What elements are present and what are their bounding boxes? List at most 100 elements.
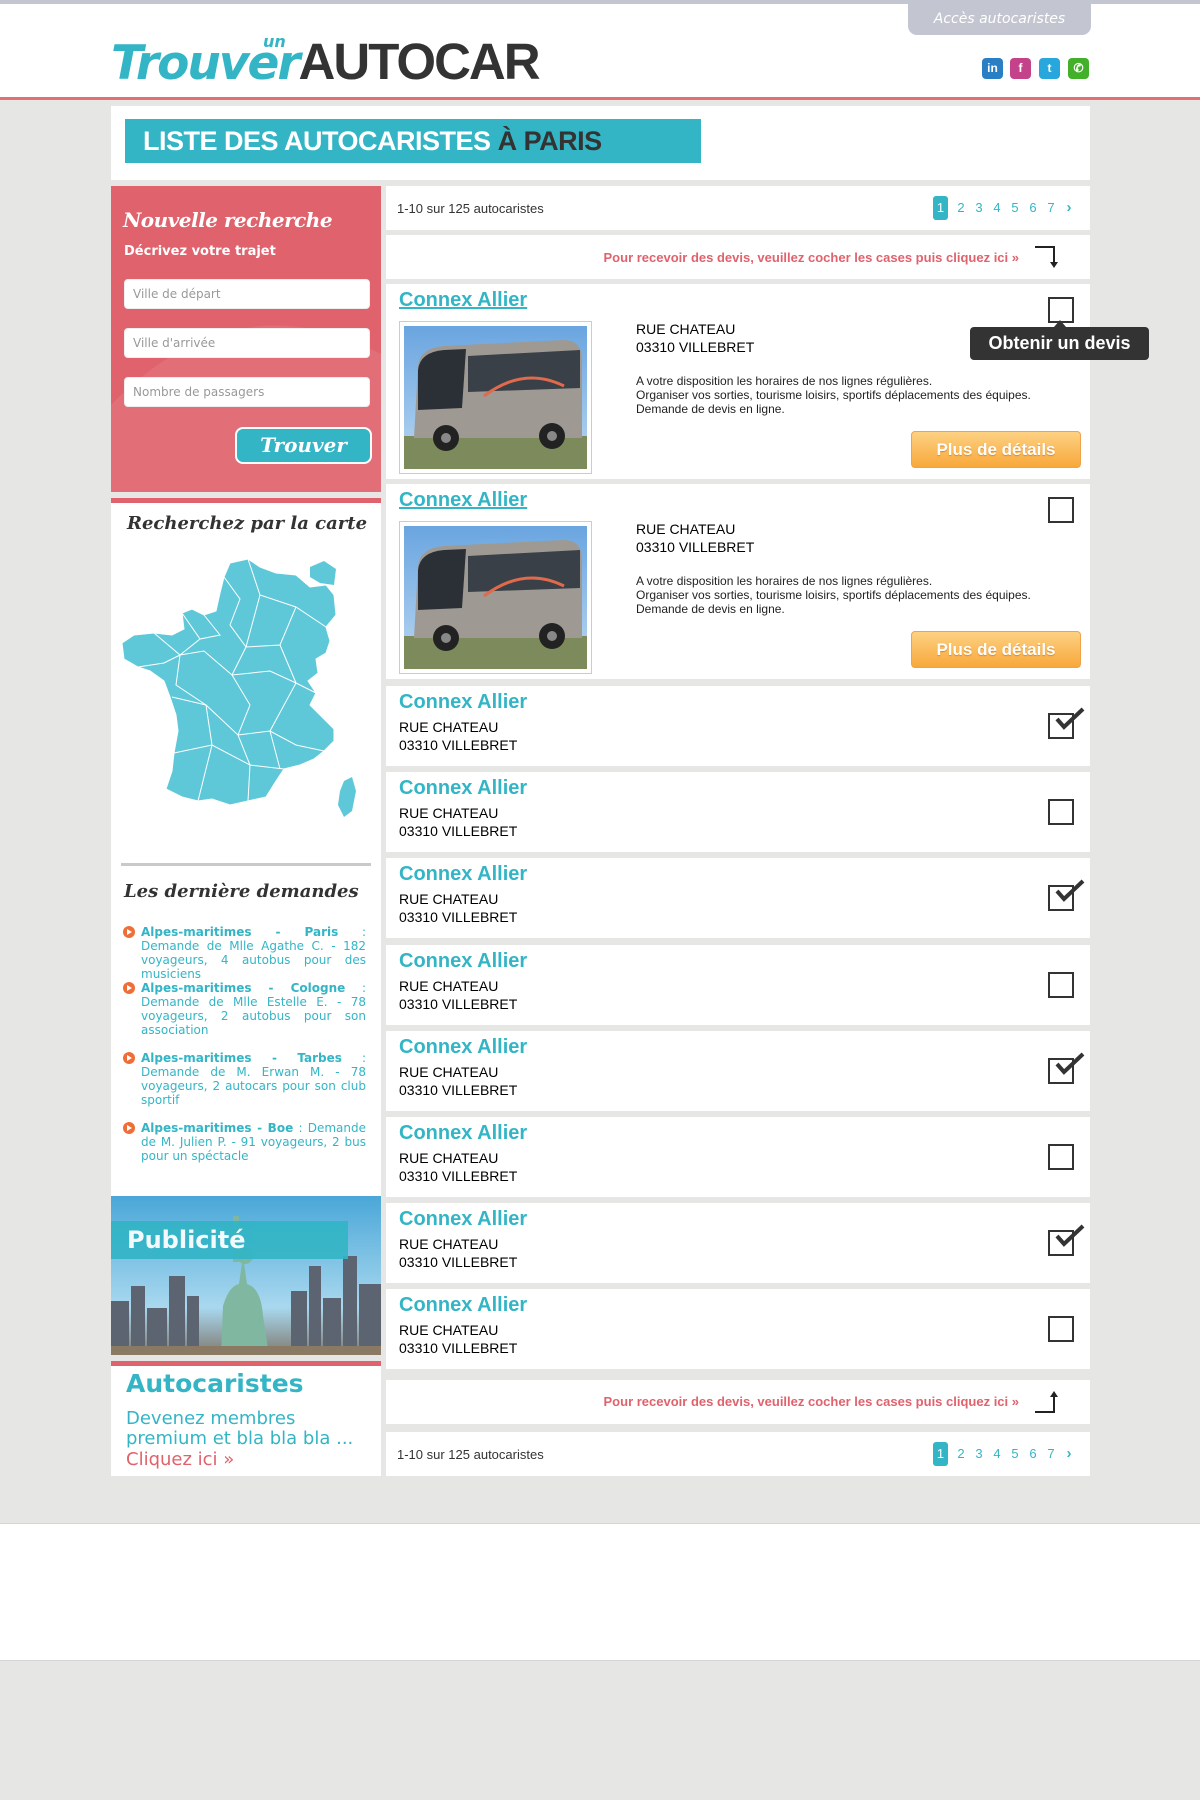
address-street: RUE CHATEAU	[399, 1322, 499, 1338]
promo-link[interactable]: Cliquez ici »	[126, 1449, 234, 1470]
more-details-button[interactable]: Plus de détails	[911, 631, 1081, 668]
page-link[interactable]: 7	[1042, 1446, 1060, 1461]
autocariste-name-link[interactable]: Connex Allier	[399, 691, 527, 714]
site-logo[interactable]: Trouver un AUTOCAR	[111, 32, 541, 91]
next-page-chevron-icon[interactable]: ›	[1060, 199, 1078, 216]
france-map[interactable]	[120, 555, 372, 845]
chat-icon[interactable]: ✆	[1068, 58, 1089, 79]
page-link[interactable]: 6	[1024, 1446, 1042, 1461]
autocariste-name-link[interactable]: Connex Allier	[399, 950, 527, 973]
pager: 1 2 3 4 5 6 7 ›	[933, 195, 1078, 220]
autocariste-row: Connex Allier RUE CHATEAU 03310 VILLEBRET	[386, 1117, 1090, 1197]
address-city: 03310 VILLEBRET	[636, 339, 755, 355]
search-title: Nouvelle recherche	[123, 208, 333, 232]
demande-item[interactable]: Alpes-maritimes - Paris : Demande de Mll…	[123, 925, 366, 981]
autocariste-name-link[interactable]: Connex Allier	[399, 289, 527, 312]
autocariste-row: Connex Allier RUE CHATEAU 03310 VILLEBRET	[386, 945, 1090, 1025]
demande-item[interactable]: Alpes-maritimes - Boe : Demande de M. Ju…	[123, 1121, 366, 1163]
quote-checkbox[interactable]	[1048, 1316, 1074, 1342]
demande-item[interactable]: Alpes-maritimes - Tarbes : Demande de M.…	[123, 1051, 366, 1107]
quote-checkbox[interactable]	[1048, 799, 1074, 825]
address-city: 03310 VILLEBRET	[399, 1254, 518, 1270]
advertisement-banner[interactable]: Publicité	[111, 1196, 381, 1355]
page-link[interactable]: 5	[1006, 1446, 1024, 1461]
arrival-input[interactable]	[124, 328, 370, 358]
bus-image	[404, 326, 587, 469]
autocariste-name-link[interactable]: Connex Allier	[399, 489, 527, 512]
page-link[interactable]: 7	[1042, 200, 1060, 215]
autocariste-name-link[interactable]: Connex Allier	[399, 863, 527, 886]
address-city: 03310 VILLEBRET	[399, 737, 518, 753]
page-link[interactable]: 2	[952, 1446, 970, 1461]
autocariste-name-link[interactable]: Connex Allier	[399, 1208, 527, 1231]
page-link[interactable]: 6	[1024, 200, 1042, 215]
page-link[interactable]: 2	[952, 200, 970, 215]
page-link[interactable]: 3	[970, 200, 988, 215]
page-link-current[interactable]: 1	[933, 195, 948, 220]
pagination-bar-bottom: 1-10 sur 125 autocaristes 1 2 3 4 5 6 7 …	[386, 1432, 1090, 1476]
bullet-arrow-icon	[123, 1122, 135, 1134]
address-street: RUE CHATEAU	[399, 805, 499, 821]
checkmark-icon	[1055, 879, 1085, 902]
autocariste-name-link[interactable]: Connex Allier	[399, 1122, 527, 1145]
description-line: Organiser vos sorties, tourisme loisirs,…	[636, 588, 1031, 602]
quote-cta-link[interactable]: Pour recevoir des devis, veuillez cocher…	[604, 1394, 1019, 1409]
linkedin-icon[interactable]: in	[982, 58, 1003, 79]
autocariste-name-link[interactable]: Connex Allier	[399, 777, 527, 800]
next-page-chevron-icon[interactable]: ›	[1060, 1445, 1078, 1462]
address-city: 03310 VILLEBRET	[399, 996, 518, 1012]
description-line: A votre disposition les horaires de nos …	[636, 374, 933, 388]
autocariste-row: Connex Allier RUE CHATEAU 03310 VILLEBRET	[386, 1289, 1090, 1369]
demande-item[interactable]: Alpes-maritimes - Cologne : Demande de M…	[123, 981, 366, 1037]
facebook-icon[interactable]: f	[1010, 58, 1031, 79]
page-link[interactable]: 4	[988, 1446, 1006, 1461]
results-count: 1-10 sur 125 autocaristes	[397, 1447, 544, 1462]
checkmark-icon	[1055, 707, 1085, 730]
page-title: LISTE DES AUTOCARISTES À PARIS	[125, 119, 701, 163]
logo-autocar: AUTOCAR	[298, 33, 541, 90]
site-footer	[0, 1523, 1200, 1661]
quote-checkbox[interactable]	[1048, 972, 1074, 998]
quote-checkbox[interactable]	[1048, 1144, 1074, 1170]
map-title: Recherchez par la carte	[127, 513, 368, 534]
address-street: RUE CHATEAU	[399, 1150, 499, 1166]
divider	[121, 863, 371, 866]
demande-route: Alpes-maritimes - Tarbes	[141, 1051, 342, 1065]
results-count: 1-10 sur 125 autocaristes	[397, 201, 544, 216]
quote-checkbox[interactable]	[1048, 497, 1074, 523]
autocariste-name-link[interactable]: Connex Allier	[399, 1294, 527, 1317]
page-link[interactable]: 5	[1006, 200, 1024, 215]
departure-input[interactable]	[124, 279, 370, 309]
description-line: Demande de devis en ligne.	[636, 402, 785, 416]
promo-title: Autocaristes	[126, 1369, 304, 1398]
page-link-current[interactable]: 1	[933, 1441, 948, 1466]
search-button[interactable]: Trouver	[235, 427, 372, 464]
demande-route: Alpes-maritimes - Paris	[141, 925, 339, 939]
address-street: RUE CHATEAU	[636, 521, 736, 537]
pagination-bar-top: 1-10 sur 125 autocaristes 1 2 3 4 5 6 7 …	[386, 186, 1090, 230]
quote-tooltip: Obtenir un devis	[970, 320, 1149, 360]
bus-photo[interactable]	[399, 321, 592, 474]
address-city: 03310 VILLEBRET	[399, 1168, 518, 1184]
bus-photo[interactable]	[399, 521, 592, 674]
bus-image	[404, 526, 587, 669]
page-link[interactable]: 3	[970, 1446, 988, 1461]
page-link[interactable]: 4	[988, 200, 1006, 215]
twitter-icon[interactable]: t	[1039, 58, 1060, 79]
access-autocaristes-link[interactable]: Accès autocaristes	[908, 4, 1091, 35]
autocariste-card: Connex Allier RUE CHATEAU 03310 VILLEBRE…	[386, 284, 1090, 479]
address-city: 03310 VILLEBRET	[399, 1340, 518, 1356]
demandes-title: Les dernière demandes	[124, 881, 359, 902]
autocariste-card: Connex Allier RUE CHATEAU 03310 VILLEBRE…	[386, 484, 1090, 679]
passengers-input[interactable]	[124, 377, 370, 407]
autocariste-row: Connex Allier RUE CHATEAU 03310 VILLEBRET	[386, 686, 1090, 766]
page-title-box: LISTE DES AUTOCARISTES À PARIS	[111, 106, 1090, 180]
address-street: RUE CHATEAU	[399, 978, 499, 994]
autocariste-row: Connex Allier RUE CHATEAU 03310 VILLEBRET	[386, 858, 1090, 938]
checkmark-icon	[1055, 1224, 1085, 1247]
logo-un: un	[263, 32, 286, 51]
autocariste-name-link[interactable]: Connex Allier	[399, 1036, 527, 1059]
more-details-button[interactable]: Plus de détails	[911, 431, 1081, 468]
quote-cta-link[interactable]: Pour recevoir des devis, veuillez cocher…	[604, 250, 1019, 265]
page-title-part2: À PARIS	[497, 126, 603, 156]
